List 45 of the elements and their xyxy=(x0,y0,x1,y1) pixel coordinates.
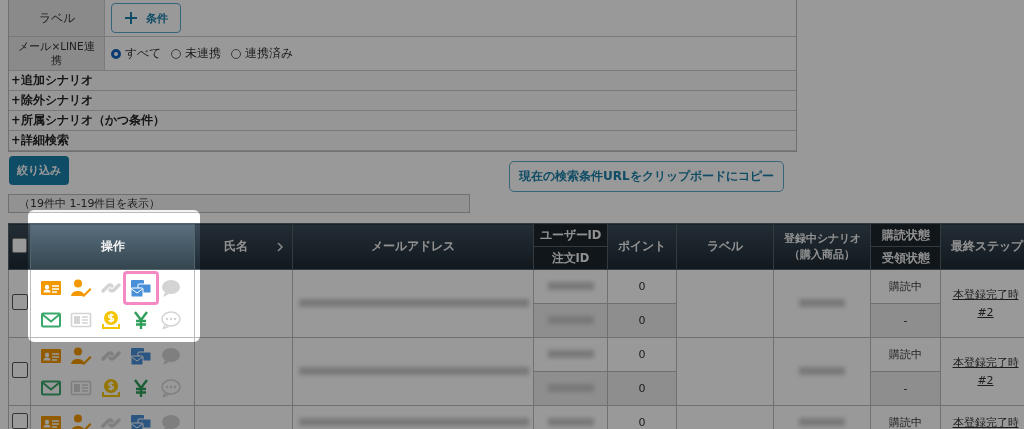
radio-option[interactable]: 未連携 xyxy=(171,45,221,62)
table-cell: 0 xyxy=(638,348,646,361)
table-cell: 購読中 xyxy=(889,348,922,361)
column-header: 最終ステップ xyxy=(940,223,1024,270)
blurred-text xyxy=(547,282,594,290)
table-cell: 購読中 xyxy=(889,280,922,293)
blurred-text xyxy=(547,418,594,426)
collapsible-section[interactable]: +所属シナリオ（かつ条件） xyxy=(9,111,796,131)
result-count: （19件中 1-19件目を表示） xyxy=(8,194,470,213)
table-cell: 0 xyxy=(638,280,646,293)
copy-url-button[interactable]: 現在の検索条件URLをクリップボードにコピー xyxy=(509,161,784,192)
blurred-text xyxy=(799,299,845,307)
column-header: メールアドレス xyxy=(292,223,534,270)
column-header: 登録中シナリオ（購入商品） xyxy=(773,223,871,270)
blurred-text xyxy=(547,350,594,358)
add-condition-button[interactable]: 条件 xyxy=(111,3,181,33)
filter-label: ラベル xyxy=(9,0,105,36)
filter-label: メール×LINE連携 xyxy=(9,37,105,70)
column-header[interactable]: 氏名 xyxy=(194,223,293,270)
table-cell: 0 xyxy=(638,382,646,395)
blurred-text xyxy=(799,418,845,426)
table-cell: - xyxy=(903,314,908,327)
collapsible-section[interactable]: +追加シナリオ xyxy=(9,71,796,91)
radio-option[interactable]: すべて xyxy=(111,45,161,62)
column-header: ユーザーID xyxy=(533,223,608,247)
column-header: 操作 xyxy=(30,223,195,270)
action-button[interactable] xyxy=(123,270,159,305)
column-header: 購読状態 xyxy=(870,223,941,247)
row-checkbox[interactable] xyxy=(11,413,28,429)
chevron-icon xyxy=(275,241,284,252)
row-checkbox[interactable] xyxy=(11,294,28,310)
row-checkbox[interactable] xyxy=(11,362,28,378)
column-header: ラベル xyxy=(676,223,774,270)
table-cell: 0 xyxy=(638,314,646,327)
filter-button[interactable]: 絞り込み xyxy=(9,156,69,185)
select-all-checkbox[interactable] xyxy=(12,237,27,253)
blurred-text xyxy=(799,367,845,375)
table-cell: 0 xyxy=(638,416,646,429)
collapsible-section[interactable]: +除外シナリオ xyxy=(9,91,796,111)
table-cell: - xyxy=(903,382,908,395)
plus-icon xyxy=(124,11,138,25)
radio-option[interactable]: 連携済み xyxy=(231,45,293,62)
column-header: ポイント xyxy=(607,223,677,270)
collapsible-section[interactable]: +詳細検索 xyxy=(9,131,796,151)
table-cell: 購読中 xyxy=(889,416,922,429)
